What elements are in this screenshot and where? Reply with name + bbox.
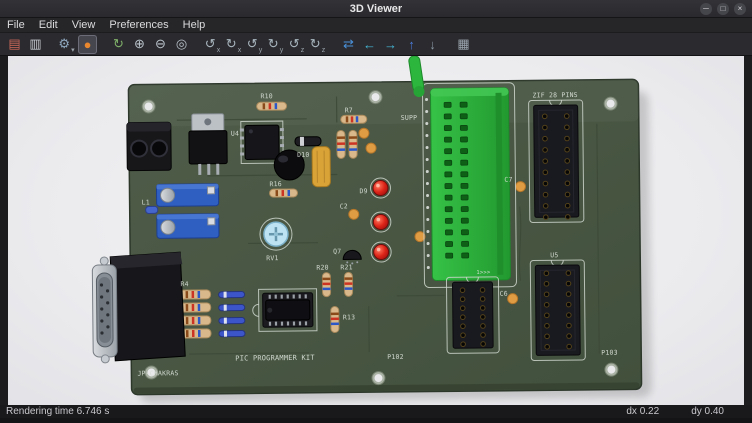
window-bottom-edge <box>0 418 752 423</box>
status-dx: dx 0.22 <box>626 406 659 417</box>
inductor-l1 <box>146 206 158 213</box>
silkscreen-label: R7 <box>345 106 353 114</box>
viewport-3d[interactable]: SUPP R10 U4 D10 R7 R16 C2 D9 Q7 R20 R21 R13 R4 L1 RV1 Z… <box>8 56 744 405</box>
silkscreen-label: U5 <box>550 251 558 259</box>
resistor-r7 <box>341 115 367 123</box>
silkscreen-label: Q7 <box>333 247 341 255</box>
resistor-r10 <box>257 102 287 110</box>
zoom-out-icon[interactable]: ⊖ <box>151 35 170 54</box>
pcb-board: SUPP R10 U4 D10 R7 R16 C2 D9 Q7 R20 R21 R13 R4 L1 RV1 Z… <box>90 56 641 395</box>
pcb-3d-view[interactable]: SUPP R10 U4 D10 R7 R16 C2 D9 Q7 R20 R21 R13 R4 L1 RV1 Z… <box>8 56 744 405</box>
silkscreen-label: C2 <box>340 202 348 210</box>
resistor-r21 <box>344 272 352 296</box>
trimmer-rv1 <box>260 218 292 250</box>
maximize-button[interactable]: □ <box>717 3 729 15</box>
db9-connector <box>92 252 185 363</box>
window-title: 3D Viewer <box>0 3 752 15</box>
flip-board-icon[interactable]: ⇄ <box>339 35 358 54</box>
toolbar: ▤▥ ⚙▾● ↻⊕⊖◎ ↺x↻x↺y↻y↺z↻z ⇄←→↑↓ ▦ <box>0 33 752 56</box>
export-image-icon[interactable]: ▤ <box>5 35 24 54</box>
rotate-y-ccw-icon[interactable]: ↺y <box>245 35 264 54</box>
menu-item-edit[interactable]: Edit <box>32 18 65 32</box>
ic-socket-top-right <box>529 100 584 223</box>
silkscreen-label: ZIF 28 PINS <box>532 91 577 99</box>
pan-up-icon[interactable]: ↑ <box>402 35 421 54</box>
silkscreen-label: JP-CHAKRAS <box>137 369 178 377</box>
silkscreen-label: 1>>> <box>476 270 491 276</box>
silkscreen-label: R10 <box>260 92 272 100</box>
silkscreen-label: U4 <box>231 130 239 138</box>
silkscreen-label: P102 <box>387 353 404 361</box>
pan-down-icon[interactable]: ↓ <box>423 35 442 54</box>
silkscreen-label: R4 <box>180 280 188 288</box>
menu-item-help[interactable]: Help <box>176 18 213 32</box>
rotate-z-cw-icon[interactable]: ↻z <box>308 35 327 54</box>
rotate-z-ccw-icon[interactable]: ↺z <box>287 35 306 54</box>
silkscreen-label: RV1 <box>266 254 278 262</box>
status-bar: Rendering time 6.746 s dx 0.22 dy 0.40 <box>0 405 752 418</box>
silkscreen-label: PIC PROGRAMMER KIT <box>235 354 315 363</box>
silkscreen-label: R21 <box>340 263 352 271</box>
title-bar: 3D Viewer ─ □ × <box>0 0 752 18</box>
silkscreen-label: C7 <box>504 176 512 184</box>
resistor-r13 <box>331 306 339 332</box>
ic-socket-p102 <box>446 277 499 354</box>
rendering-time: Rendering time 6.746 s <box>6 406 109 417</box>
ortho-view-icon[interactable]: ▦ <box>454 35 473 54</box>
rotate-x-cw-icon[interactable]: ↻x <box>224 35 243 54</box>
zoom-fit-icon[interactable]: ◎ <box>172 35 191 54</box>
menu-item-file[interactable]: File <box>0 18 32 32</box>
zoom-in-icon[interactable]: ⊕ <box>130 35 149 54</box>
menu-bar: FileEditViewPreferencesHelp <box>0 18 752 33</box>
rotate-x-ccw-icon[interactable]: ↺x <box>203 35 222 54</box>
silkscreen-label: P103 <box>601 349 618 357</box>
pan-right-icon[interactable]: → <box>381 35 400 54</box>
raytracing-icon[interactable]: ● <box>78 35 97 54</box>
trimpot-2 <box>157 214 219 239</box>
silkscreen-label: R16 <box>269 180 281 188</box>
silkscreen-label: C6 <box>500 290 508 298</box>
rotate-y-cw-icon[interactable]: ↻y <box>266 35 285 54</box>
film-capacitor <box>312 147 330 187</box>
diode-d10 <box>295 137 321 146</box>
close-button[interactable]: × <box>734 3 746 15</box>
render-options-icon[interactable]: ⚙▾ <box>57 35 76 54</box>
resistor-r20 <box>322 273 330 297</box>
minimize-button[interactable]: ─ <box>700 3 712 15</box>
resistor-r16 <box>269 189 297 197</box>
menu-item-view[interactable]: View <box>65 18 103 32</box>
silkscreen-label: D9 <box>359 187 367 195</box>
silkscreen-label: D10 <box>297 151 309 159</box>
silkscreen-label: R13 <box>343 313 355 321</box>
led-2 <box>371 212 391 232</box>
ic-socket-u5 <box>530 260 585 361</box>
trimpot-1 <box>156 184 218 207</box>
copy-image-icon[interactable]: ▥ <box>26 35 45 54</box>
silkscreen-label: R20 <box>316 264 328 272</box>
menu-item-preferences[interactable]: Preferences <box>102 18 175 32</box>
terminal-block <box>127 122 172 170</box>
led-3 <box>371 242 391 262</box>
status-dy: dy 0.40 <box>691 406 724 417</box>
pan-left-icon[interactable]: ← <box>360 35 379 54</box>
silkscreen-label: SUPP <box>401 114 418 122</box>
window-controls: ─ □ × <box>700 3 752 15</box>
led-1 <box>370 178 390 198</box>
reload-icon[interactable]: ↻ <box>109 35 128 54</box>
silkscreen-label: L1 <box>142 198 150 206</box>
